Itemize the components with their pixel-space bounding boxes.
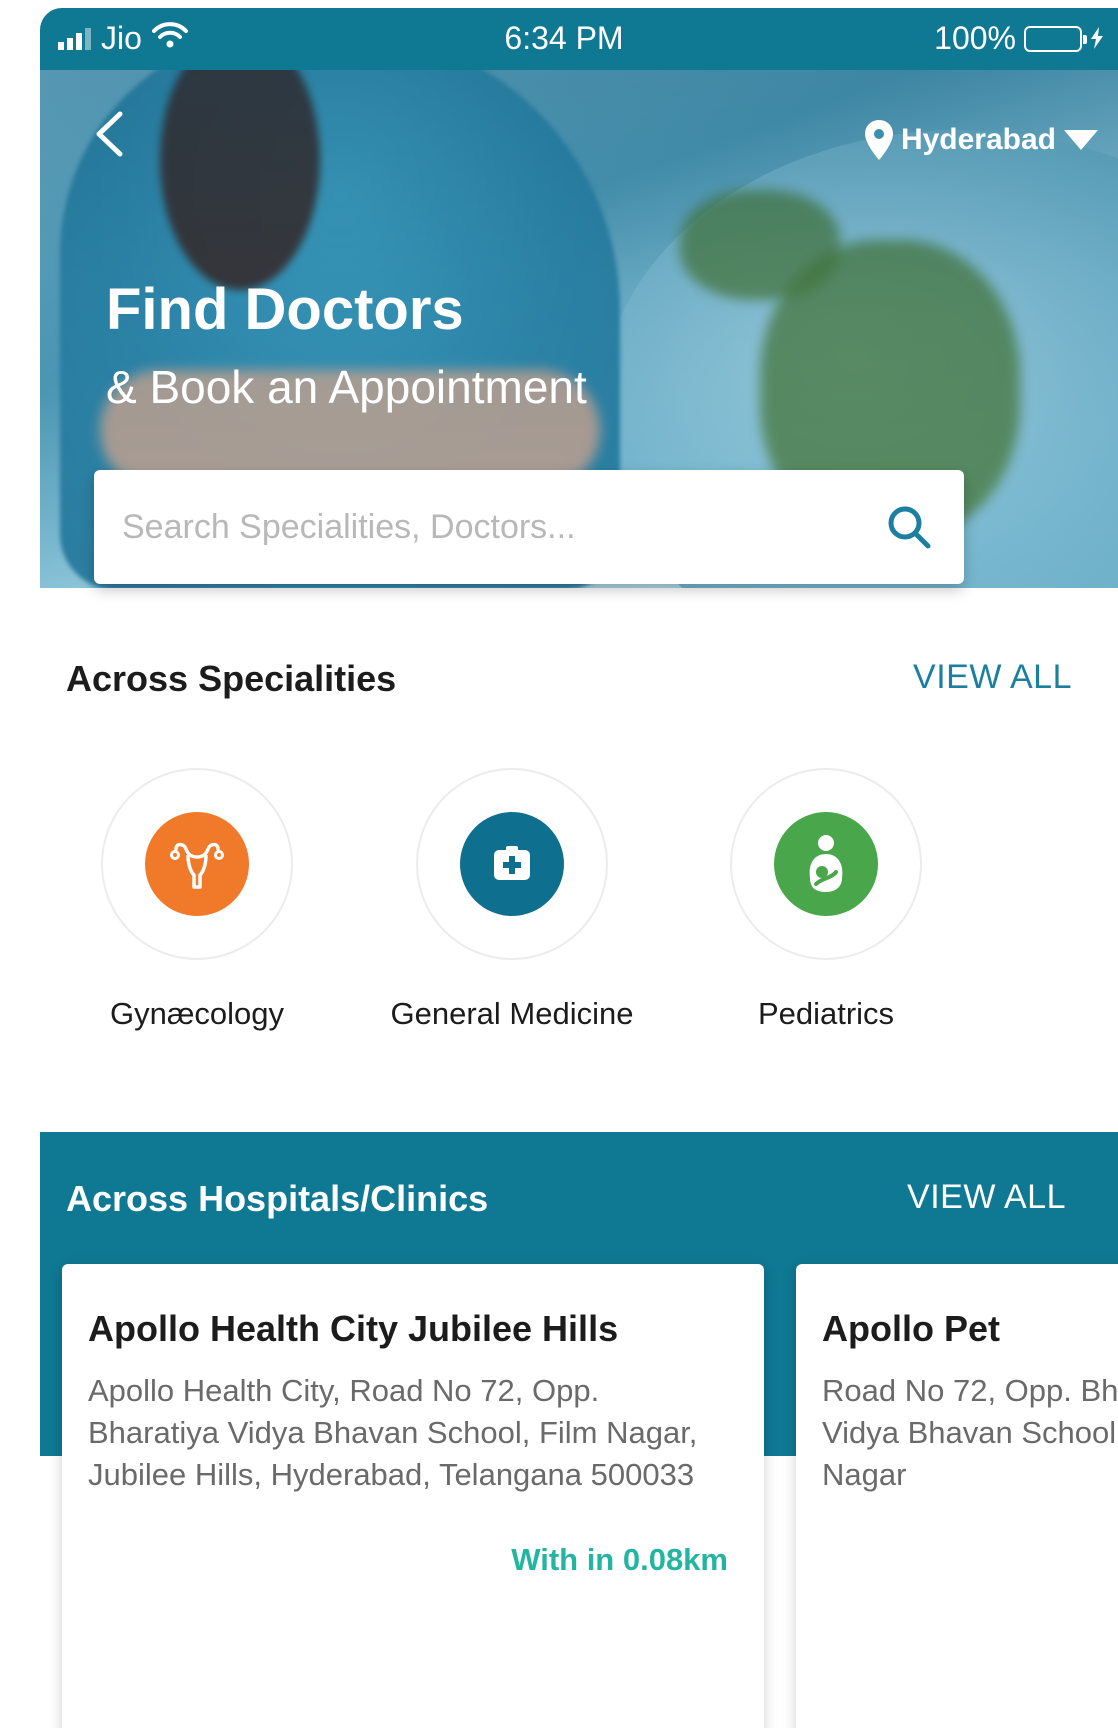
hospital-name: Apollo Health City Jubilee Hills [88, 1308, 619, 1349]
back-button[interactable] [84, 104, 134, 164]
speciality-item-general-medicine[interactable]: General Medicine [362, 768, 662, 1032]
hospital-distance: With in 0.08km [511, 1542, 728, 1577]
speciality-icon-ring [416, 768, 608, 960]
speciality-label: Gynæcology [109, 996, 285, 1031]
chevron-left-icon [96, 111, 123, 157]
location-label: Hyderabad [900, 123, 1056, 156]
speciality-item-pediatrics[interactable]: Pediatrics [676, 768, 976, 1032]
dropdown-arrow-icon [1064, 130, 1098, 150]
charging-icon [1090, 20, 1104, 57]
battery-percent: 100% [934, 20, 1016, 56]
specialities-list: Gynæcology General Medicine Pediatrics [40, 768, 1118, 1068]
battery-icon [1024, 25, 1087, 52]
hospitals-view-all-link[interactable]: VIEW ALL [907, 1178, 1066, 1217]
hospital-card[interactable]: Apollo Pet Road No 72, Opp. Bharatiya Vi… [796, 1264, 1118, 1728]
search-input[interactable] [122, 507, 882, 547]
specialities-view-all-link[interactable]: VIEW ALL [913, 658, 1072, 697]
speciality-icon-ring [730, 768, 922, 960]
speciality-label: Pediatrics [757, 996, 895, 1031]
medical-kit-icon [460, 812, 564, 916]
hospital-name: Apollo Pet [822, 1308, 1000, 1349]
uterus-icon [145, 812, 249, 916]
hospital-card[interactable]: Apollo Health City Jubilee Hills Apollo … [62, 1264, 764, 1728]
specialities-heading: Across Specialities [66, 658, 397, 699]
location-pin-icon [864, 120, 893, 160]
location-selector[interactable]: Hyderabad [864, 120, 1098, 160]
app-screen: Jio 6:34 PM 100% Hyderabad Find Doctors … [40, 8, 1118, 1728]
search-icon[interactable] [882, 500, 936, 554]
hospital-address: Road No 72, Opp. Bharatiya Vidya Bhavan … [822, 1373, 1118, 1492]
speciality-label: General Medicine [390, 996, 634, 1031]
hospitals-heading: Across Hospitals/Clinics [66, 1178, 489, 1219]
speciality-item-gynaecology[interactable]: Gynæcology [47, 768, 347, 1032]
search-bar[interactable] [94, 470, 964, 584]
page-title: Find Doctors [106, 277, 464, 342]
mother-child-icon [774, 812, 878, 916]
status-right: 100% [934, 20, 1104, 57]
hospital-address: Apollo Health City, Road No 72, Opp. Bha… [88, 1373, 698, 1492]
status-bar: Jio 6:34 PM 100% [40, 8, 1118, 70]
speciality-icon-ring [101, 768, 293, 960]
page-subtitle: & Book an Appointment [106, 361, 587, 413]
